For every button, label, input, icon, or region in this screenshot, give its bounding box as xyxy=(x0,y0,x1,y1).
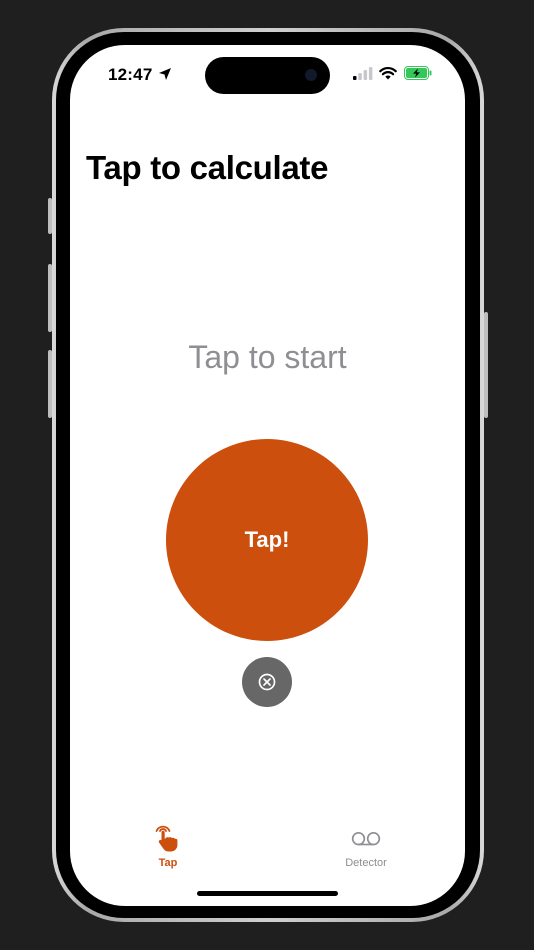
tab-detector[interactable]: Detector xyxy=(316,815,416,875)
tap-hand-icon xyxy=(155,825,178,852)
location-arrow-icon xyxy=(159,68,171,80)
tap-prompt: Tap to start xyxy=(188,339,347,375)
status-time: 12:47 xyxy=(108,65,153,84)
cellular-signal-icon xyxy=(353,67,373,80)
app-screen: 12:47 Tap to calculate Tap to start Tap! xyxy=(70,45,465,906)
wifi-icon xyxy=(379,67,397,80)
action-button xyxy=(48,198,52,234)
voicemail-icon xyxy=(351,832,381,846)
page-title: Tap to calculate xyxy=(86,149,329,186)
tab-detector-label: Detector xyxy=(345,857,387,869)
volume-down-button xyxy=(48,350,52,418)
close-circle-icon xyxy=(258,673,276,691)
home-indicator[interactable] xyxy=(197,891,338,896)
volume-up-button xyxy=(48,264,52,332)
tab-tap[interactable]: Tap xyxy=(118,815,218,875)
tab-tap-label: Tap xyxy=(158,857,178,869)
tab-bar: Tap Detector xyxy=(70,815,465,875)
battery-charging-icon xyxy=(404,66,432,80)
power-button xyxy=(484,312,488,418)
reset-button[interactable] xyxy=(242,657,292,707)
tap-button[interactable]: Tap! xyxy=(166,439,368,641)
dynamic-island xyxy=(205,57,330,94)
front-camera xyxy=(305,69,317,81)
